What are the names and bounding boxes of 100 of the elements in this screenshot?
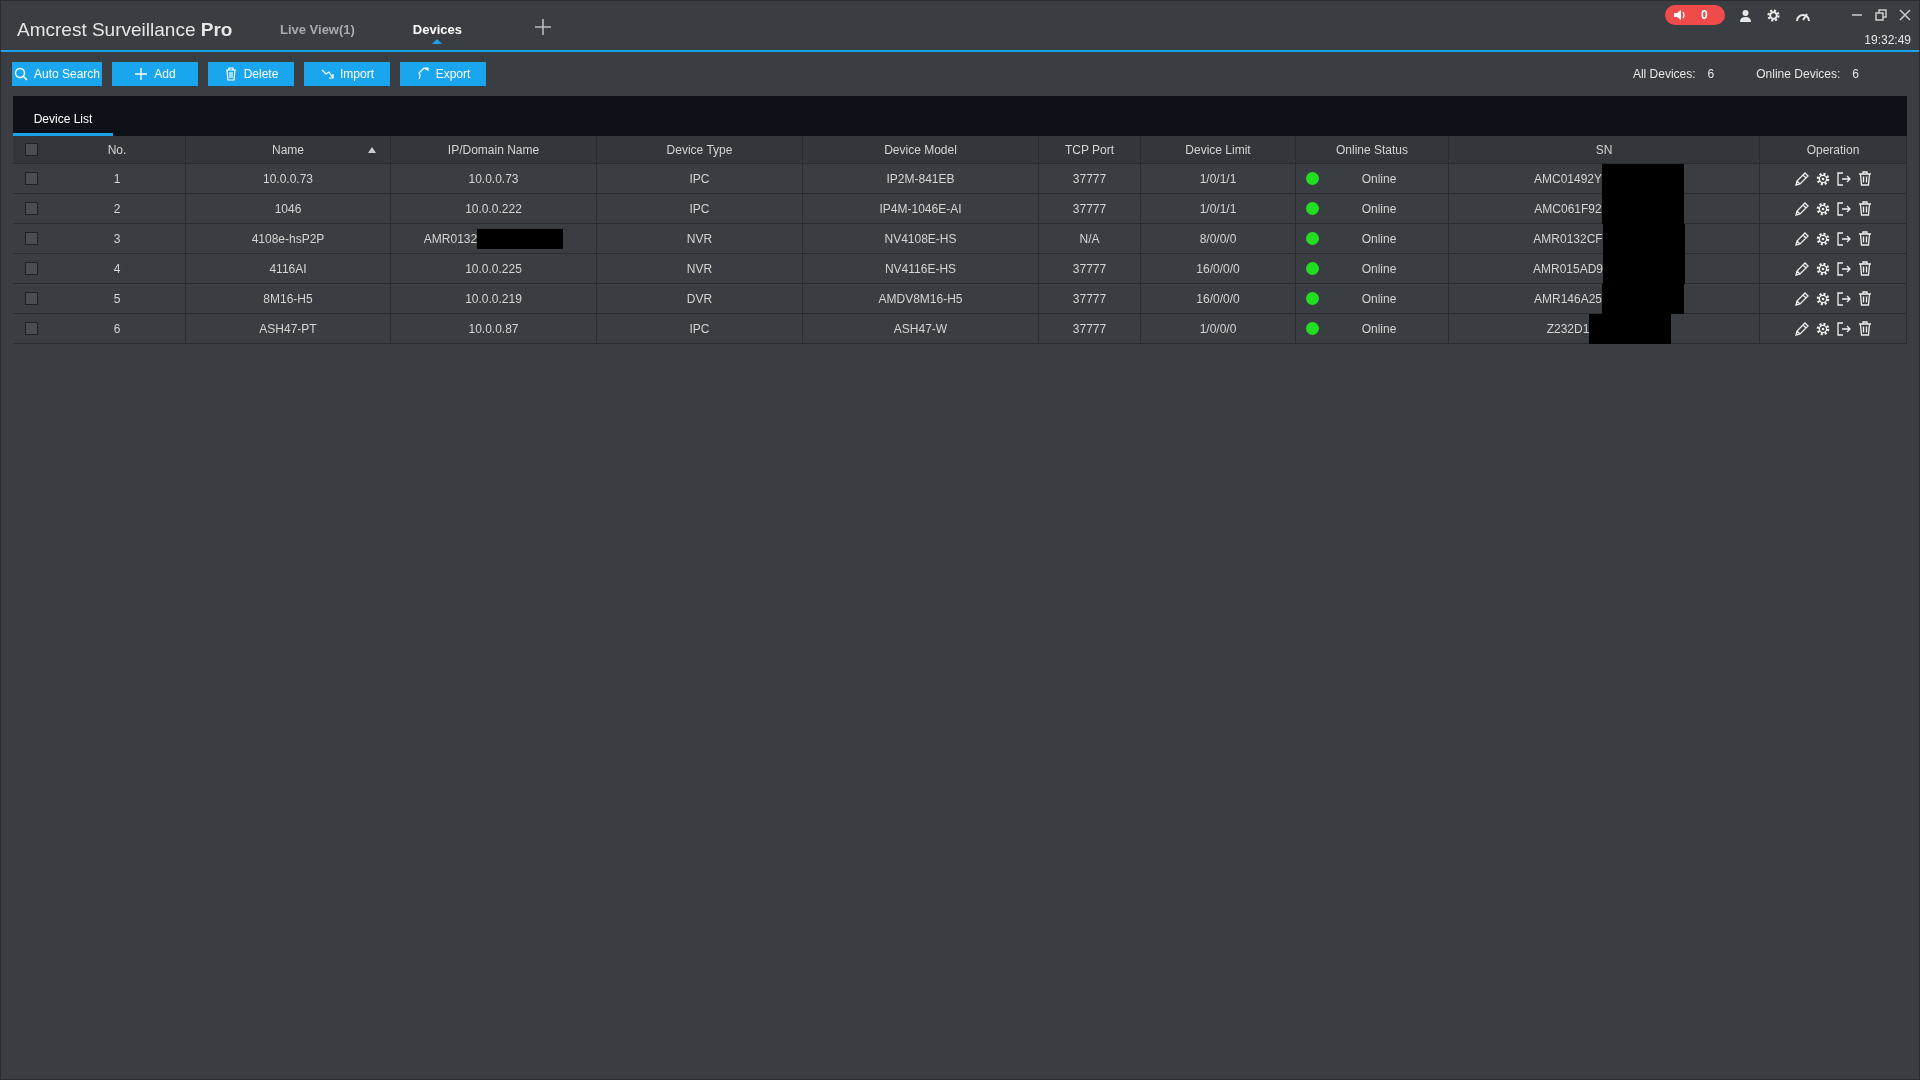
pencil-icon[interactable] xyxy=(1793,170,1810,187)
column-header[interactable]: Online Status xyxy=(1335,140,1408,159)
nav-tab[interactable]: Live View(1) xyxy=(262,20,373,40)
row-number: 2 xyxy=(113,200,121,218)
trash-icon[interactable] xyxy=(1856,200,1873,217)
speaker-icon xyxy=(1673,9,1687,21)
pencil-icon[interactable] xyxy=(1793,320,1810,337)
trash-icon[interactable] xyxy=(1856,290,1873,307)
settings-icon[interactable] xyxy=(1814,320,1831,337)
trash-icon[interactable] xyxy=(1856,320,1873,337)
table-cell-text: NV4116E-HS xyxy=(884,260,957,278)
checkbox[interactable] xyxy=(25,322,38,335)
settings-icon[interactable] xyxy=(1814,170,1831,187)
table-cell-text: NV4108E-HS xyxy=(884,230,957,248)
count-label: All Devices: xyxy=(1632,66,1696,83)
plus-icon xyxy=(134,67,149,81)
table-cell-text: 37777 xyxy=(1072,200,1107,218)
close-icon[interactable] xyxy=(1899,9,1911,21)
app-title: Amcrest Surveillance Pro xyxy=(17,18,233,42)
table-cell-text: 1/0/1/1 xyxy=(1199,170,1237,188)
checkbox[interactable] xyxy=(25,262,38,275)
pencil-icon[interactable] xyxy=(1793,230,1810,247)
column-header[interactable]: TCP Port xyxy=(1064,140,1115,159)
trash-icon[interactable] xyxy=(1856,260,1873,277)
table-cell-text: DVR xyxy=(686,290,713,308)
table-cell-text: AMR146A25 xyxy=(1533,290,1602,308)
table-cell-text: 4108e-hsP2P xyxy=(251,230,325,248)
table-cell-text: 8/0/0/0 xyxy=(1199,230,1237,248)
status-text: Online xyxy=(1361,260,1397,278)
column-header[interactable]: No. xyxy=(107,140,127,159)
table-cell-text: 10.0.0.73 xyxy=(468,170,519,188)
table-cell-text: NVR xyxy=(686,230,713,248)
settings-icon[interactable] xyxy=(1766,7,1781,23)
checkbox[interactable] xyxy=(25,292,38,305)
row-number: 6 xyxy=(113,320,121,338)
logout-icon[interactable] xyxy=(1835,200,1852,217)
status-text: Online xyxy=(1361,290,1397,308)
table-cell-text: 8M16-H5 xyxy=(263,290,313,308)
table-cell-text: N/A xyxy=(1079,230,1100,248)
row-number: 5 xyxy=(113,290,121,308)
table-cell-text: AMC01492Y xyxy=(1533,170,1602,188)
count-value: 6 xyxy=(1852,66,1859,83)
checkbox[interactable] xyxy=(25,202,38,215)
table-cell-text: NVR xyxy=(686,260,713,278)
table-cell-text: AMR0132 xyxy=(423,230,478,248)
arrow-icon xyxy=(415,67,430,81)
trash-icon[interactable] xyxy=(1856,230,1873,247)
logout-icon[interactable] xyxy=(1835,230,1852,247)
column-header[interactable]: Operation xyxy=(1806,140,1860,159)
count-label: Online Devices: xyxy=(1756,66,1841,83)
checkbox[interactable] xyxy=(25,143,38,156)
column-header[interactable]: IP/Domain Name xyxy=(447,140,540,159)
table-cell-text: 37777 xyxy=(1072,260,1107,278)
sort-arrow-icon[interactable] xyxy=(368,146,376,153)
table-cell-text: 10.0.0.225 xyxy=(465,260,522,278)
status-text: Online xyxy=(1361,320,1397,338)
clock-time: 19:32:49 xyxy=(1864,32,1911,49)
table-cell-text: 10.0.0.222 xyxy=(465,200,522,218)
table-cell-text: IPC xyxy=(689,170,710,188)
table-cell-text: 1/0/1/1 xyxy=(1199,200,1237,218)
row-number: 4 xyxy=(113,260,121,278)
add-tab-icon[interactable] xyxy=(534,18,553,36)
table-cell-text: ASH47-W xyxy=(893,320,948,338)
trash-icon xyxy=(223,67,238,81)
count-value: 6 xyxy=(1707,66,1715,83)
logout-icon[interactable] xyxy=(1835,170,1852,187)
alarm-badge[interactable]: 0 xyxy=(1665,5,1725,25)
settings-icon[interactable] xyxy=(1814,200,1831,217)
checkbox[interactable] xyxy=(25,232,38,245)
user-icon[interactable] xyxy=(1739,8,1752,22)
row-number: 3 xyxy=(113,230,121,248)
table-cell-text: 1046 xyxy=(274,200,302,218)
table-cell-text: IPC xyxy=(689,200,710,218)
checkbox[interactable] xyxy=(25,172,38,185)
column-header[interactable]: Device Model xyxy=(884,140,957,159)
pencil-icon[interactable] xyxy=(1793,260,1810,277)
status-text: Online xyxy=(1361,200,1397,218)
pencil-icon[interactable] xyxy=(1793,200,1810,217)
table-cell-text: IPC xyxy=(689,320,710,338)
table-cell-text: AMC061F92 xyxy=(1534,200,1602,218)
column-header[interactable]: Name xyxy=(272,140,304,159)
settings-icon[interactable] xyxy=(1814,260,1831,277)
settings-icon[interactable] xyxy=(1814,230,1831,247)
column-header[interactable]: SN xyxy=(1595,140,1613,159)
trash-icon[interactable] xyxy=(1856,170,1873,187)
search-icon xyxy=(13,67,28,81)
table-cell-text: 37777 xyxy=(1072,170,1107,188)
logout-icon[interactable] xyxy=(1835,290,1852,307)
arrow-icon xyxy=(320,67,334,81)
settings-icon[interactable] xyxy=(1814,290,1831,307)
pencil-icon[interactable] xyxy=(1793,290,1810,307)
logout-icon[interactable] xyxy=(1835,260,1852,277)
column-header[interactable]: Device Limit xyxy=(1185,140,1251,159)
table-cell-text: IP4M-1046E-AI xyxy=(879,200,962,218)
logout-icon[interactable] xyxy=(1835,320,1852,337)
restore-icon[interactable] xyxy=(1875,9,1887,21)
table-cell-text: 10.0.0.87 xyxy=(468,320,519,338)
table-cell-text: 10.0.0.73 xyxy=(262,170,313,188)
column-header[interactable]: Device Type xyxy=(666,140,733,159)
table-cell-text: IP2M-841EB xyxy=(886,170,955,188)
